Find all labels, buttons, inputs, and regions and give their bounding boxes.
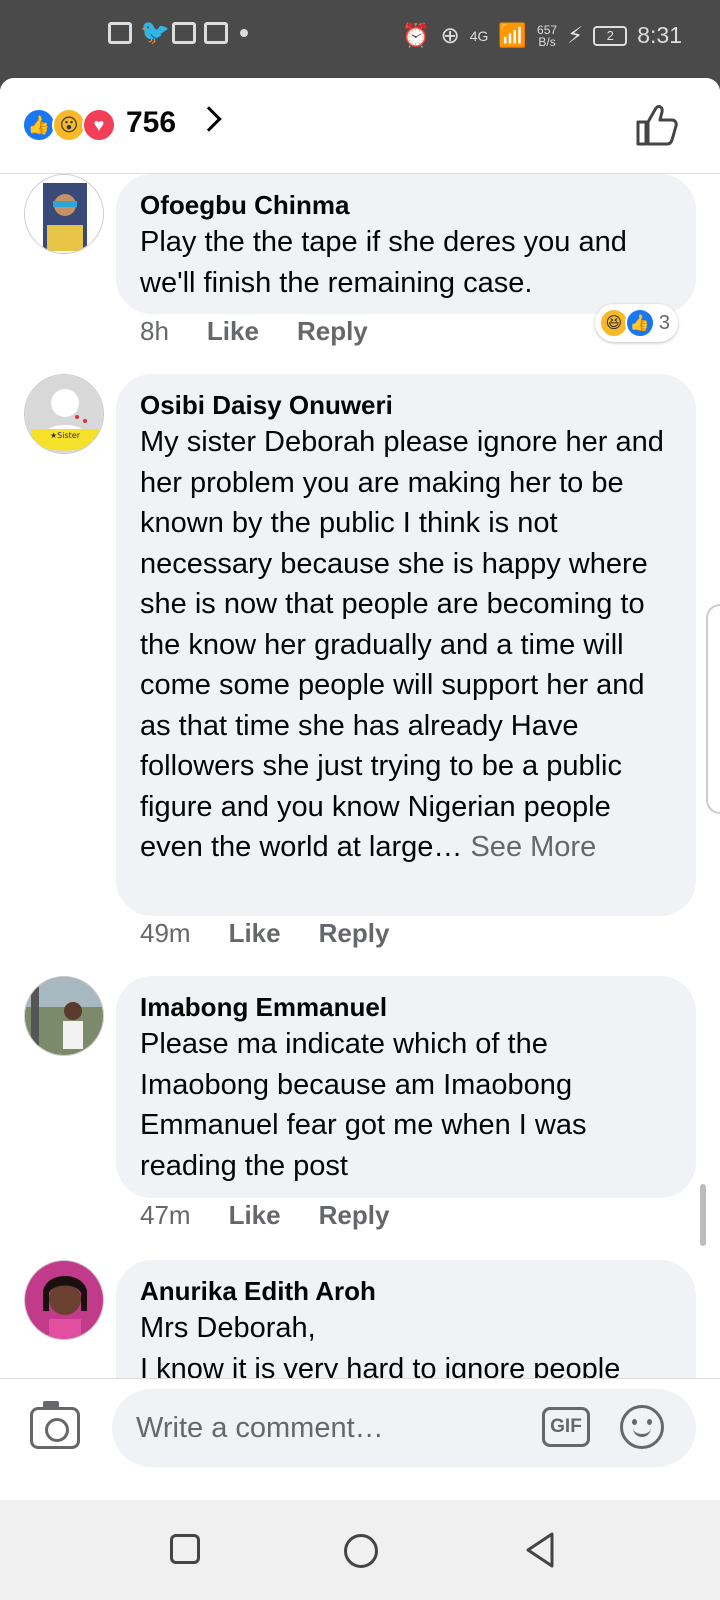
comment-text-content: My sister Deborah please ignore her and … bbox=[140, 426, 664, 863]
system-status: ⏰ ⊕ 4G 📶 657 B/s ⚡ 2 8:31 bbox=[402, 22, 682, 49]
like-reaction-icon: 👍 bbox=[624, 308, 655, 338]
comment-bubble[interactable]: Anurika Edith Aroh Mrs Deborah, I know i… bbox=[116, 1260, 696, 1378]
comment-bubble[interactable]: Ofoegbu Chinma Play the the tape if she … bbox=[116, 174, 696, 314]
comment-time[interactable]: 49m bbox=[140, 918, 191, 949]
comment-list[interactable]: Ofoegbu Chinma Play the the tape if she … bbox=[0, 174, 720, 1378]
comment-text: Play the the tape if she deres you and w… bbox=[140, 226, 627, 299]
camera-icon[interactable] bbox=[30, 1401, 80, 1449]
reply-button[interactable]: Reply bbox=[297, 316, 368, 347]
alarm-icon: ⏰ bbox=[401, 22, 431, 48]
like-thumb-icon[interactable] bbox=[634, 102, 680, 148]
comment-bubble[interactable]: Imabong Emmanuel Please ma indicate whic… bbox=[116, 976, 696, 1198]
reply-button[interactable]: Reply bbox=[319, 1200, 390, 1231]
comment-time[interactable]: 47m bbox=[140, 1200, 191, 1231]
comment-text: My sister Deborah please ignore her and … bbox=[140, 422, 674, 868]
network-speed-unit: B/s bbox=[538, 34, 556, 49]
comment-actions: 47m Like Reply bbox=[140, 1200, 389, 1231]
comment-author[interactable]: Osibi Daisy Onuweri bbox=[140, 388, 674, 422]
side-panel-edge[interactable] bbox=[706, 604, 720, 814]
network-speed: 657 B/s bbox=[537, 24, 557, 48]
comment-author[interactable]: Anurika Edith Aroh bbox=[140, 1274, 674, 1308]
scrollbar-thumb[interactable] bbox=[700, 1184, 706, 1246]
chevron-right-icon[interactable] bbox=[196, 106, 222, 132]
reply-button[interactable]: Reply bbox=[319, 918, 390, 949]
data-saver-icon: ⊕ bbox=[440, 22, 460, 48]
comment-author[interactable]: Imabong Emmanuel bbox=[140, 990, 674, 1024]
comment-text: Mrs Deborah, I know it is very hard to i… bbox=[140, 1312, 621, 1378]
comment-composer: GIF bbox=[0, 1378, 720, 1478]
like-button[interactable]: Like bbox=[229, 1200, 281, 1231]
avatar[interactable]: ★Sister bbox=[24, 374, 104, 454]
like-reaction-icon: 👍 bbox=[22, 108, 56, 142]
love-reaction-icon: ♥ bbox=[82, 108, 116, 142]
reactions-summary-bar[interactable]: 👍 😮 ♥ 756 bbox=[0, 78, 720, 174]
recent-apps-button[interactable] bbox=[170, 1534, 200, 1564]
comment-time[interactable]: 8h bbox=[140, 316, 169, 347]
app-n-icon bbox=[204, 22, 228, 44]
signal-icon: 📶 bbox=[498, 22, 528, 48]
comment-reactions-pill[interactable]: 😆 👍 3 bbox=[594, 304, 678, 342]
twitter-icon: 🐦 bbox=[140, 19, 170, 46]
avatar[interactable] bbox=[24, 1260, 104, 1340]
svg-text:★Sister: ★Sister bbox=[50, 431, 81, 440]
battery-icon: 2 bbox=[593, 25, 628, 46]
clock: 8:31 bbox=[637, 22, 682, 48]
like-button[interactable]: Like bbox=[207, 316, 259, 347]
gif-button[interactable]: GIF bbox=[542, 1407, 590, 1447]
network-type: 4G bbox=[469, 27, 489, 44]
notification-icons: 🐦 bbox=[108, 19, 248, 46]
comment-bubble[interactable]: Osibi Daisy Onuweri My sister Deborah pl… bbox=[116, 374, 696, 916]
comment-text: Please ma indicate which of the Imaobong… bbox=[140, 1028, 587, 1182]
like-button[interactable]: Like bbox=[229, 918, 281, 949]
reaction-count[interactable]: 756 bbox=[126, 106, 176, 140]
status-bar: 🐦 ⏰ ⊕ 4G 📶 657 B/s ⚡ 2 8:31 bbox=[0, 0, 720, 80]
charging-icon: ⚡ bbox=[567, 22, 584, 48]
back-button[interactable] bbox=[520, 1530, 560, 1570]
reaction-icons: 👍 😮 ♥ bbox=[22, 108, 116, 142]
avatar[interactable] bbox=[24, 174, 104, 254]
avatar[interactable] bbox=[24, 976, 104, 1056]
system-nav-bar bbox=[0, 1500, 720, 1600]
comment-input-container[interactable]: GIF bbox=[112, 1389, 696, 1467]
comment-author[interactable]: Ofoegbu Chinma bbox=[140, 188, 674, 222]
comments-sheet: 👍 😮 ♥ 756 Ofoegbu Chinma Play the the ta… bbox=[0, 78, 720, 1500]
home-button[interactable] bbox=[344, 1534, 378, 1568]
comment-actions: 49m Like Reply bbox=[140, 918, 389, 949]
comment-actions: 8h Like Reply bbox=[140, 316, 368, 347]
more-notifications-dot bbox=[240, 29, 248, 37]
wow-reaction-icon: 😮 bbox=[52, 108, 86, 142]
message-icon bbox=[108, 22, 132, 44]
see-more-link[interactable]: See More bbox=[470, 831, 596, 863]
comment-reaction-count: 3 bbox=[658, 311, 670, 334]
comment-input[interactable] bbox=[136, 1407, 516, 1449]
bag-icon bbox=[172, 22, 196, 44]
emoji-icon[interactable] bbox=[620, 1405, 664, 1449]
